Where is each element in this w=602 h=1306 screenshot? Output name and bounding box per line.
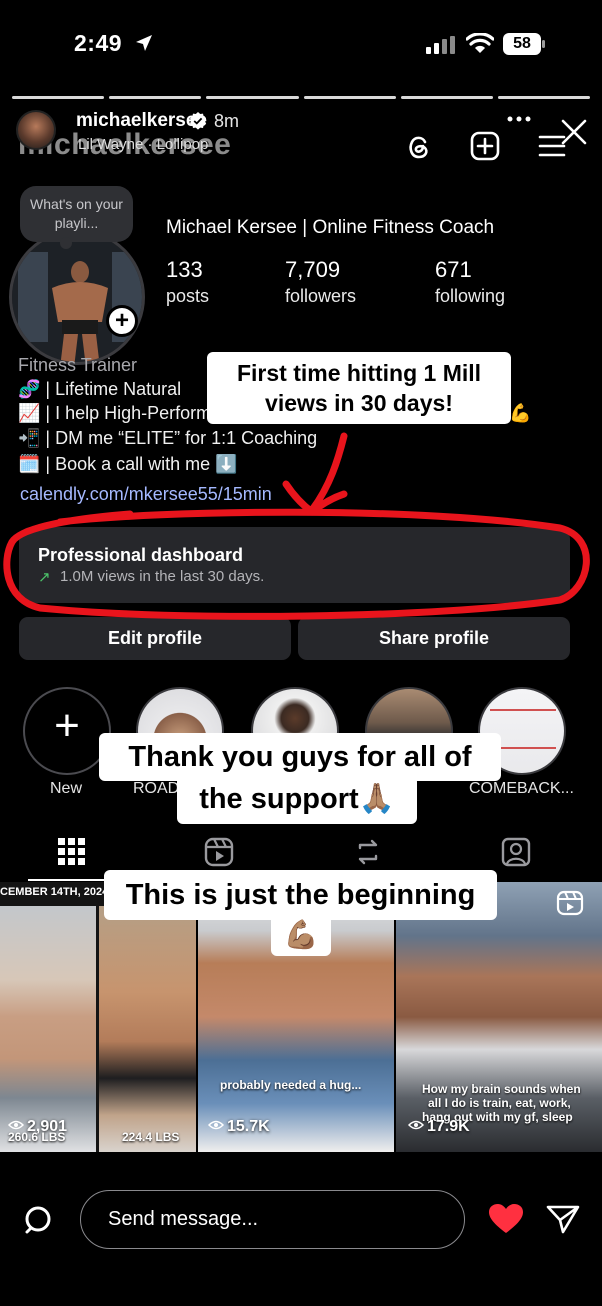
send-message-input[interactable]: Send message... (80, 1190, 465, 1249)
more-options-icon[interactable] (506, 114, 532, 124)
eye-icon (8, 1120, 24, 1130)
story-emoji-sticker: 💪🏽 (271, 914, 331, 956)
post-photo (99, 906, 196, 1152)
view-count-value: 15.7K (227, 1118, 270, 1135)
post-photo (0, 906, 96, 1152)
stat-followers-value: 7,709 (285, 257, 341, 282)
profile-avatar[interactable] (9, 229, 145, 365)
red-arrow-annotation (282, 432, 348, 516)
bio-line: 🧬 | Lifetime Natural (18, 379, 182, 399)
story-author-username[interactable]: michaelkersee (76, 110, 207, 132)
cellular-signal-icon (426, 36, 455, 54)
stat-followers-label: followers (285, 286, 357, 306)
battery-level: 58 (503, 33, 541, 55)
tile-date-text: CEMBER 14TH, 2024 (0, 886, 109, 898)
stat-following-value: 671 (435, 257, 472, 282)
story-author-avatar[interactable] (16, 110, 56, 150)
new-post-icon[interactable] (470, 131, 500, 161)
plus-icon: + (54, 701, 80, 750)
location-arrow-icon (136, 35, 152, 51)
grid-tab-icon[interactable] (56, 836, 88, 868)
stat-following[interactable]: 671 following (435, 257, 505, 307)
story-text-sticker: Thank you guys for all of (99, 733, 501, 781)
search-icon[interactable] (23, 1204, 55, 1236)
post-caption: How my brain sounds when (422, 1082, 581, 1096)
stat-following-label: following (435, 286, 506, 306)
stat-followers[interactable]: 7,709 followers (285, 257, 356, 307)
threads-icon[interactable] (404, 132, 434, 162)
highlight-new[interactable]: + (23, 687, 111, 775)
tagged-tab-icon[interactable] (500, 836, 532, 868)
reposts-tab-icon[interactable] (352, 836, 384, 868)
eye-icon (408, 1120, 424, 1130)
reel-indicator-icon (556, 890, 584, 916)
send-icon[interactable] (546, 1204, 580, 1234)
story-music-label[interactable]: Lil Wayne · Lollipop (78, 136, 208, 153)
verified-badge-icon (190, 112, 206, 130)
stat-posts-value: 133 (166, 257, 203, 282)
eye-icon (208, 1120, 224, 1130)
view-count: 15.7K (208, 1118, 270, 1136)
heart-icon[interactable] (488, 1203, 524, 1235)
view-count: 17.9K (408, 1118, 470, 1136)
stat-posts[interactable]: 133 posts (166, 257, 209, 307)
post-caption: all I do is train, eat, work, (428, 1096, 571, 1110)
bio-line: 🗓️ | Book a call with me ⬇️ (18, 454, 238, 474)
weight-label: 224.4 LBS (122, 1130, 180, 1144)
story-text-sticker: This is just the beginning (104, 870, 497, 920)
reels-tab-icon[interactable] (203, 836, 235, 868)
profile-category: Fitness Trainer (18, 355, 138, 375)
view-count-value: 17.9K (427, 1118, 470, 1135)
post-caption: probably needed a hug... (220, 1078, 362, 1092)
highlight-label: New (50, 780, 83, 797)
profile-note-bubble[interactable]: What's on your playli... (20, 186, 133, 249)
profile-display-name: Michael Kersee | Online Fitness Coach (166, 217, 495, 238)
highlight-label: COMEBACK... (469, 780, 574, 797)
menu-icon[interactable] (538, 134, 566, 158)
battery-icon: 58 (503, 33, 545, 55)
status-time: 2:49 (74, 30, 123, 56)
highlight-label: ROAD (133, 780, 180, 797)
weight-label: 260.6 LBS (8, 1130, 66, 1144)
story-progress-bar (12, 96, 591, 99)
wifi-icon (466, 33, 494, 53)
story-text-sticker: the support🙏🏽 (177, 776, 417, 824)
story-timestamp: 8m (214, 111, 240, 131)
post-tile[interactable]: How my brain sounds when all I do is tra… (396, 882, 602, 1152)
stat-posts-label: posts (166, 286, 210, 306)
add-story-plus-icon[interactable]: + (106, 305, 138, 337)
post-tile[interactable]: CEMBER 14TH, 2024 2,901 260.6 LBS 224.4 … (0, 882, 196, 1152)
story-text-sticker: First time hitting 1 Mill views in 30 da… (207, 352, 511, 424)
bio-line: 📈 | I help High-Performe (18, 403, 222, 423)
